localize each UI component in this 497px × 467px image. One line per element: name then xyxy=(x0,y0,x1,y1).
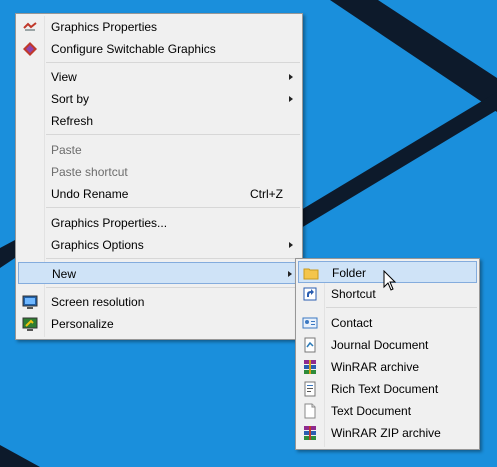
mouse-pointer-icon xyxy=(383,270,397,291)
menu-item-configure-switchable-graphics[interactable]: Configure Switchable Graphics xyxy=(18,38,300,60)
menu-separator xyxy=(46,287,300,288)
menu-item-label: Paste shortcut xyxy=(51,165,128,179)
menu-item-shortcut: Ctrl+Z xyxy=(250,187,283,201)
screen-resolution-icon xyxy=(22,295,38,309)
new-item-text-document[interactable]: Text Document xyxy=(298,400,477,422)
shortcut-icon xyxy=(303,287,317,301)
menu-item-label: Configure Switchable Graphics xyxy=(51,42,216,56)
menu-separator xyxy=(46,134,300,135)
menu-item-label: View xyxy=(51,70,77,84)
menu-item-sort-by[interactable]: Sort by xyxy=(18,88,300,110)
new-item-winrar-archive[interactable]: WinRAR archive xyxy=(298,356,477,378)
menu-item-label: Screen resolution xyxy=(51,295,145,309)
submenu-arrow-icon xyxy=(288,271,292,277)
new-item-rich-text-document[interactable]: Rich Text Document xyxy=(298,378,477,400)
winrar-archive-icon xyxy=(304,360,316,374)
menu-item-label: WinRAR ZIP archive xyxy=(331,426,441,440)
submenu-arrow-icon xyxy=(289,74,293,80)
menu-item-label: Journal Document xyxy=(331,338,429,352)
menu-item-label: Sort by xyxy=(51,92,90,106)
new-item-contact[interactable]: Contact xyxy=(298,312,477,334)
menu-separator xyxy=(46,207,300,208)
menu-item-graphics-properties[interactable]: Graphics Properties xyxy=(18,16,300,38)
menu-item-label: Folder xyxy=(332,266,367,280)
menu-item-label: Personalize xyxy=(51,317,114,331)
menu-item-paste-shortcut: Paste shortcut xyxy=(18,161,300,183)
menu-item-refresh[interactable]: Refresh xyxy=(18,110,300,132)
menu-item-label: Graphics Properties... xyxy=(51,216,168,230)
menu-item-label: Contact xyxy=(331,316,373,330)
contact-icon xyxy=(302,317,318,329)
menu-item-label: Shortcut xyxy=(331,287,376,301)
menu-item-screen-resolution[interactable]: Screen resolution xyxy=(18,291,300,313)
menu-item-label: Graphics Options xyxy=(51,238,144,252)
menu-item-label: Paste xyxy=(51,143,82,157)
menu-item-label: Graphics Properties xyxy=(51,20,158,34)
folder-icon xyxy=(303,268,319,280)
personalize-icon xyxy=(22,317,38,331)
menu-separator xyxy=(46,258,300,259)
rich-text-document-icon xyxy=(304,381,316,397)
new-item-journal-document[interactable]: Journal Document xyxy=(298,334,477,356)
menu-item-view[interactable]: View xyxy=(18,66,300,88)
menu-item-graphics-properties-dialog[interactable]: Graphics Properties... xyxy=(18,212,300,234)
menu-item-personalize[interactable]: Personalize xyxy=(18,313,300,335)
menu-item-label: Undo Rename xyxy=(51,187,129,201)
winrar-zip-archive-icon xyxy=(304,426,316,440)
menu-item-label: Refresh xyxy=(51,114,94,128)
desktop-context-menu: Graphics Properties Configure Switchable… xyxy=(15,13,303,340)
menu-item-graphics-options[interactable]: Graphics Options xyxy=(18,234,300,256)
submenu-arrow-icon xyxy=(289,242,293,248)
journal-document-icon xyxy=(304,337,316,353)
menu-separator xyxy=(326,307,477,308)
menu-item-label: Rich Text Document xyxy=(331,382,439,396)
menu-item-new[interactable]: New xyxy=(18,262,300,284)
text-document-icon xyxy=(304,403,316,419)
new-item-winrar-zip-archive[interactable]: WinRAR ZIP archive xyxy=(298,422,477,444)
switchable-graphics-icon xyxy=(23,42,37,56)
menu-item-label: WinRAR archive xyxy=(331,360,420,374)
menu-item-paste: Paste xyxy=(18,139,300,161)
submenu-arrow-icon xyxy=(289,96,293,102)
menu-separator xyxy=(46,62,300,63)
menu-item-label: New xyxy=(52,267,77,281)
menu-item-label: Text Document xyxy=(331,404,412,418)
menu-item-undo-rename[interactable]: Undo Rename Ctrl+Z xyxy=(18,183,300,205)
intel-graphics-icon xyxy=(23,22,37,31)
